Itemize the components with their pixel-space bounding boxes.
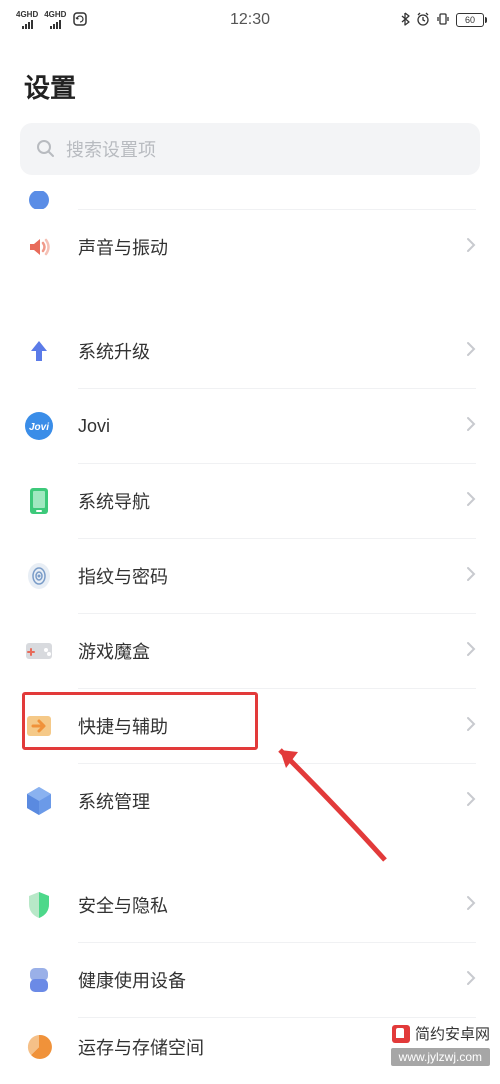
watermark-url: www.jylzwj.com [391, 1048, 490, 1066]
settings-item-jovi[interactable]: Jovi Jovi [0, 389, 500, 463]
fingerprint-icon [24, 561, 54, 591]
settings-item-security[interactable]: 安全与隐私 [0, 868, 500, 942]
chevron-icon [466, 895, 476, 916]
manage-icon [24, 786, 54, 816]
svg-text:Jovi: Jovi [29, 422, 49, 433]
label-manage: 系统管理 [78, 788, 466, 814]
label-fingerprint: 指纹与密码 [78, 563, 466, 589]
health-icon [24, 965, 54, 995]
security-icon [24, 890, 54, 920]
upgrade-icon [24, 336, 54, 366]
settings-item-fingerprint[interactable]: 指纹与密码 [0, 539, 500, 613]
search-input[interactable]: 搜索设置项 [20, 123, 480, 175]
settings-item-game-box[interactable]: 游戏魔盒 [0, 614, 500, 688]
chevron-icon [466, 970, 476, 991]
chevron-icon [466, 641, 476, 662]
signal-2: 4GHD [44, 11, 66, 29]
chevron-icon [466, 491, 476, 512]
partial-icon [24, 191, 54, 209]
chevron-icon [466, 566, 476, 587]
label-nav: 系统导航 [78, 488, 466, 514]
vibrate-icon [436, 12, 450, 29]
shortcut-icon [24, 711, 54, 741]
settings-item-system-manage[interactable]: 系统管理 [0, 764, 500, 838]
bluetooth-icon [400, 12, 410, 29]
label-shortcut: 快捷与辅助 [78, 713, 466, 739]
storage-icon [24, 1032, 54, 1062]
chevron-icon [466, 416, 476, 437]
search-placeholder: 搜索设置项 [66, 136, 156, 162]
status-time: 12:30 [230, 11, 270, 29]
status-left: 4GHD 4GHD [16, 11, 88, 30]
label-health: 健康使用设备 [78, 967, 466, 993]
label-upgrade: 系统升级 [78, 338, 466, 364]
settings-item-shortcut[interactable]: 快捷与辅助 [0, 689, 500, 763]
settings-item-system-nav[interactable]: 系统导航 [0, 464, 500, 538]
sound-icon [24, 232, 54, 262]
alarm-icon [416, 12, 430, 29]
game-icon [24, 636, 54, 666]
jovi-icon: Jovi [24, 411, 54, 441]
status-right: 60 [400, 12, 484, 29]
chevron-icon [466, 237, 476, 258]
battery-icon: 60 [456, 13, 484, 27]
settings-list: 声音与振动 系统升级 Jovi Jovi 系统导航 [0, 191, 500, 1076]
settings-item-sound[interactable]: 声音与振动 [0, 210, 500, 284]
sync-icon [72, 11, 88, 30]
label-jovi: Jovi [78, 416, 466, 437]
search-icon [36, 139, 56, 159]
page-title: 设置 [0, 40, 500, 123]
watermark-site: 简约安卓网 [392, 1023, 490, 1044]
chevron-icon [466, 791, 476, 812]
watermark-icon [392, 1025, 410, 1043]
chevron-icon [466, 341, 476, 362]
status-bar: 4GHD 4GHD 12:30 60 [0, 0, 500, 40]
label-sound: 声音与振动 [78, 234, 466, 260]
signal-1: 4GHD [16, 11, 38, 29]
settings-item-health[interactable]: 健康使用设备 [0, 943, 500, 1017]
label-game: 游戏魔盒 [78, 638, 466, 664]
chevron-icon [466, 716, 476, 737]
nav-icon [24, 486, 54, 516]
label-security: 安全与隐私 [78, 892, 466, 918]
settings-item-system-upgrade[interactable]: 系统升级 [0, 314, 500, 388]
settings-item-partial[interactable] [0, 191, 500, 209]
